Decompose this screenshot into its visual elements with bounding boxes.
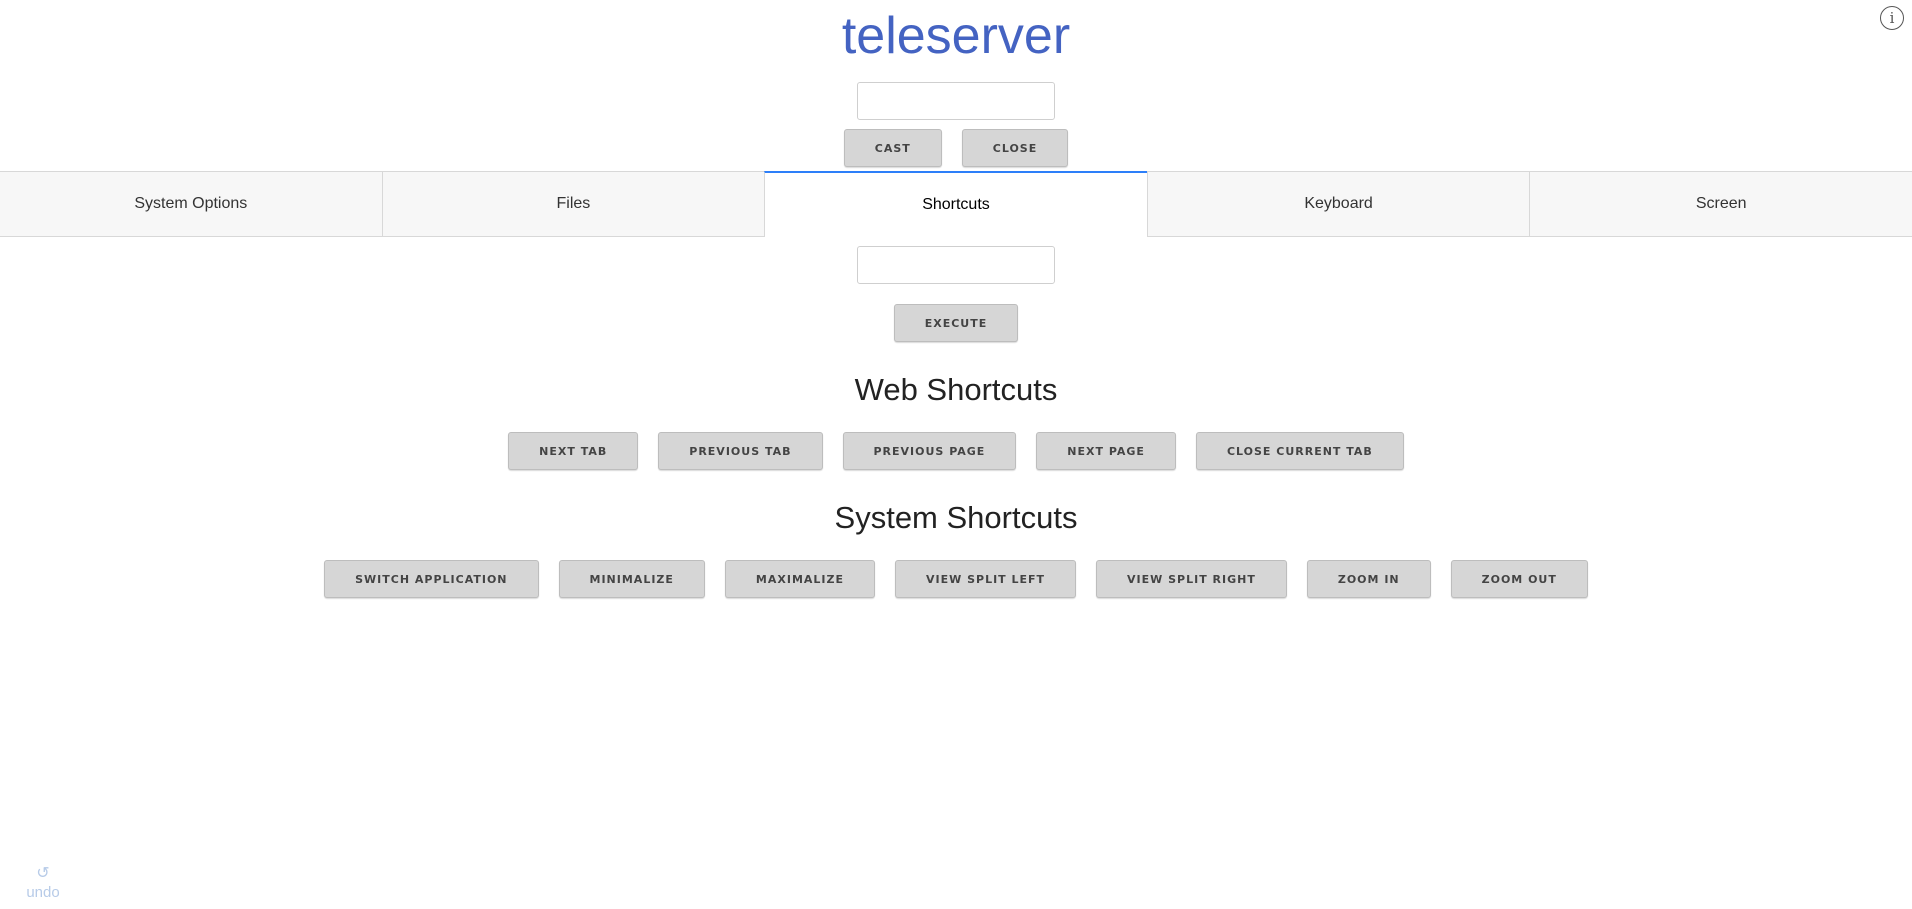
web-shortcuts-title: Web Shortcuts [854,372,1058,407]
tab-bar: System Options Files Shortcuts Keyboard … [0,171,1912,237]
view-split-left-button[interactable]: View Split Left [895,560,1077,598]
command-input[interactable] [857,246,1055,284]
minimalize-button[interactable]: Minimalize [558,560,705,598]
tab-files[interactable]: Files [381,172,765,236]
shortcuts-panel: Execute Web Shortcuts Next Tab Previous … [0,246,1912,598]
switch-application-button[interactable]: Switch Application [324,560,539,598]
previous-page-button[interactable]: Previous Page [842,432,1017,470]
info-icon[interactable]: i [1880,6,1904,30]
cast-input[interactable] [857,82,1055,120]
previous-tab-button[interactable]: Previous Tab [658,432,823,470]
zoom-in-button[interactable]: Zoom In [1306,560,1431,598]
tab-screen[interactable]: Screen [1529,172,1912,236]
system-shortcuts-title: System Shortcuts [834,500,1078,535]
cast-button[interactable]: Cast [843,129,942,167]
zoom-out-button[interactable]: Zoom Out [1450,560,1588,598]
execute-row: Execute [0,304,1912,342]
undo-label: undo [26,884,60,901]
next-page-button[interactable]: Next Page [1036,432,1176,470]
close-current-tab-button[interactable]: Close Current Tab [1195,432,1404,470]
tab-shortcuts[interactable]: Shortcuts [764,171,1147,237]
close-button[interactable]: Close [961,129,1069,167]
tab-keyboard[interactable]: Keyboard [1146,172,1530,236]
undo-button[interactable]: ↺ undo [24,864,62,902]
undo-icon: ↺ [36,865,50,882]
app-title: teleserver [841,7,1071,65]
web-shortcuts-row: Next Tab Previous Tab Previous Page Next… [0,432,1912,470]
system-shortcuts-row: Switch Application Minimalize Maximalize… [0,560,1912,598]
view-split-right-button[interactable]: View Split Right [1096,560,1287,598]
execute-button[interactable]: Execute [893,304,1019,342]
header: teleserver Cast Close [0,0,1912,167]
cast-button-row: Cast Close [0,129,1912,167]
maximalize-button[interactable]: Maximalize [724,560,875,598]
tab-system-options[interactable]: System Options [0,172,382,236]
next-tab-button[interactable]: Next Tab [508,432,639,470]
